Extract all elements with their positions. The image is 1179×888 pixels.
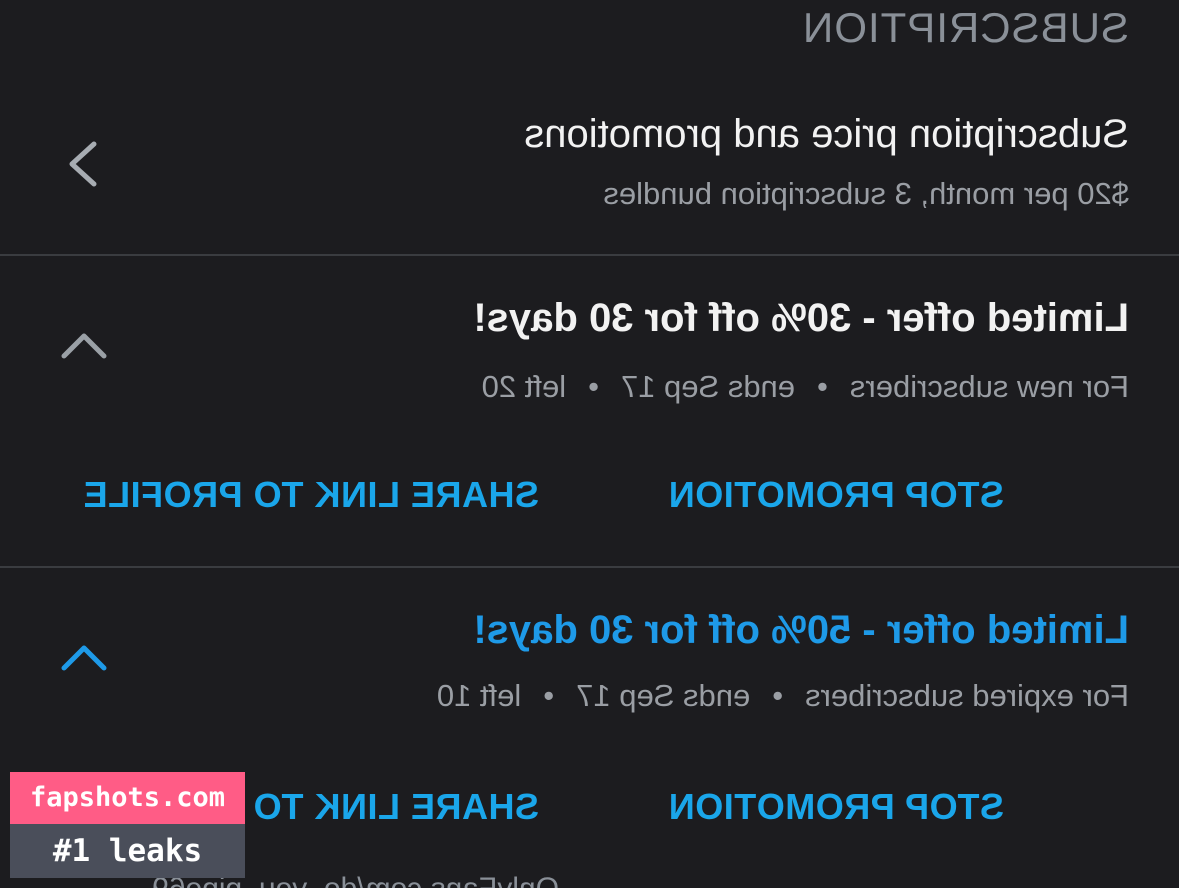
promotion-ends: ends Sep 17 <box>620 369 796 404</box>
watermark-tagline: #1 leaks <box>10 824 245 878</box>
promotion-audience: For new subscribers <box>849 369 1129 404</box>
chevron-right-icon <box>69 141 97 187</box>
promotion-title[interactable]: Limited offer - 30% off for 30 days! <box>473 296 1129 341</box>
promotion-left: left 10 <box>436 678 522 713</box>
separator-dot: • <box>588 369 599 404</box>
stop-promotion-button[interactable]: STOP PROMOTION <box>668 474 1004 516</box>
price-row-subtitle: $20 per month, 3 subscription bundles <box>603 176 1129 211</box>
separator-dot: • <box>543 678 555 713</box>
share-link-button[interactable]: SHARE LINK TO PROFILE <box>83 474 539 516</box>
promotion-details: For new subscribers • ends Sep 17 • left 20 <box>482 369 1129 405</box>
watermark: fapshots.com #1 leaks <box>10 772 245 878</box>
chevron-up-icon[interactable] <box>54 316 114 376</box>
subscription-price-row[interactable]: Subscription price and promotions $20 pe… <box>0 100 1179 250</box>
promotion-audience: For expired subscribers <box>805 678 1129 713</box>
mirrored-screen: SUBSCRIPTION Subscription price and prom… <box>0 0 1179 888</box>
separator-dot: • <box>817 369 828 404</box>
promotion-ends: ends Sep 17 <box>576 678 751 713</box>
promotion-left: left 20 <box>481 369 567 404</box>
price-row-title: Subscription price and promotions <box>524 112 1129 156</box>
watermark-site: fapshots.com <box>10 772 245 824</box>
chevron-up-icon[interactable] <box>54 628 114 688</box>
stop-promotion-button[interactable]: STOP PROMOTION <box>668 786 1004 828</box>
promotion-details: For expired subscribers • ends Sep 17 • left… <box>437 678 1129 714</box>
separator-dot: • <box>772 678 784 713</box>
section-title: SUBSCRIPTION <box>801 4 1129 51</box>
promotion-title[interactable]: Limited offer - 50% off for 30 days! <box>473 608 1129 653</box>
promotion-item: Limited offer - 30% off for 30 days! For… <box>0 256 1179 566</box>
